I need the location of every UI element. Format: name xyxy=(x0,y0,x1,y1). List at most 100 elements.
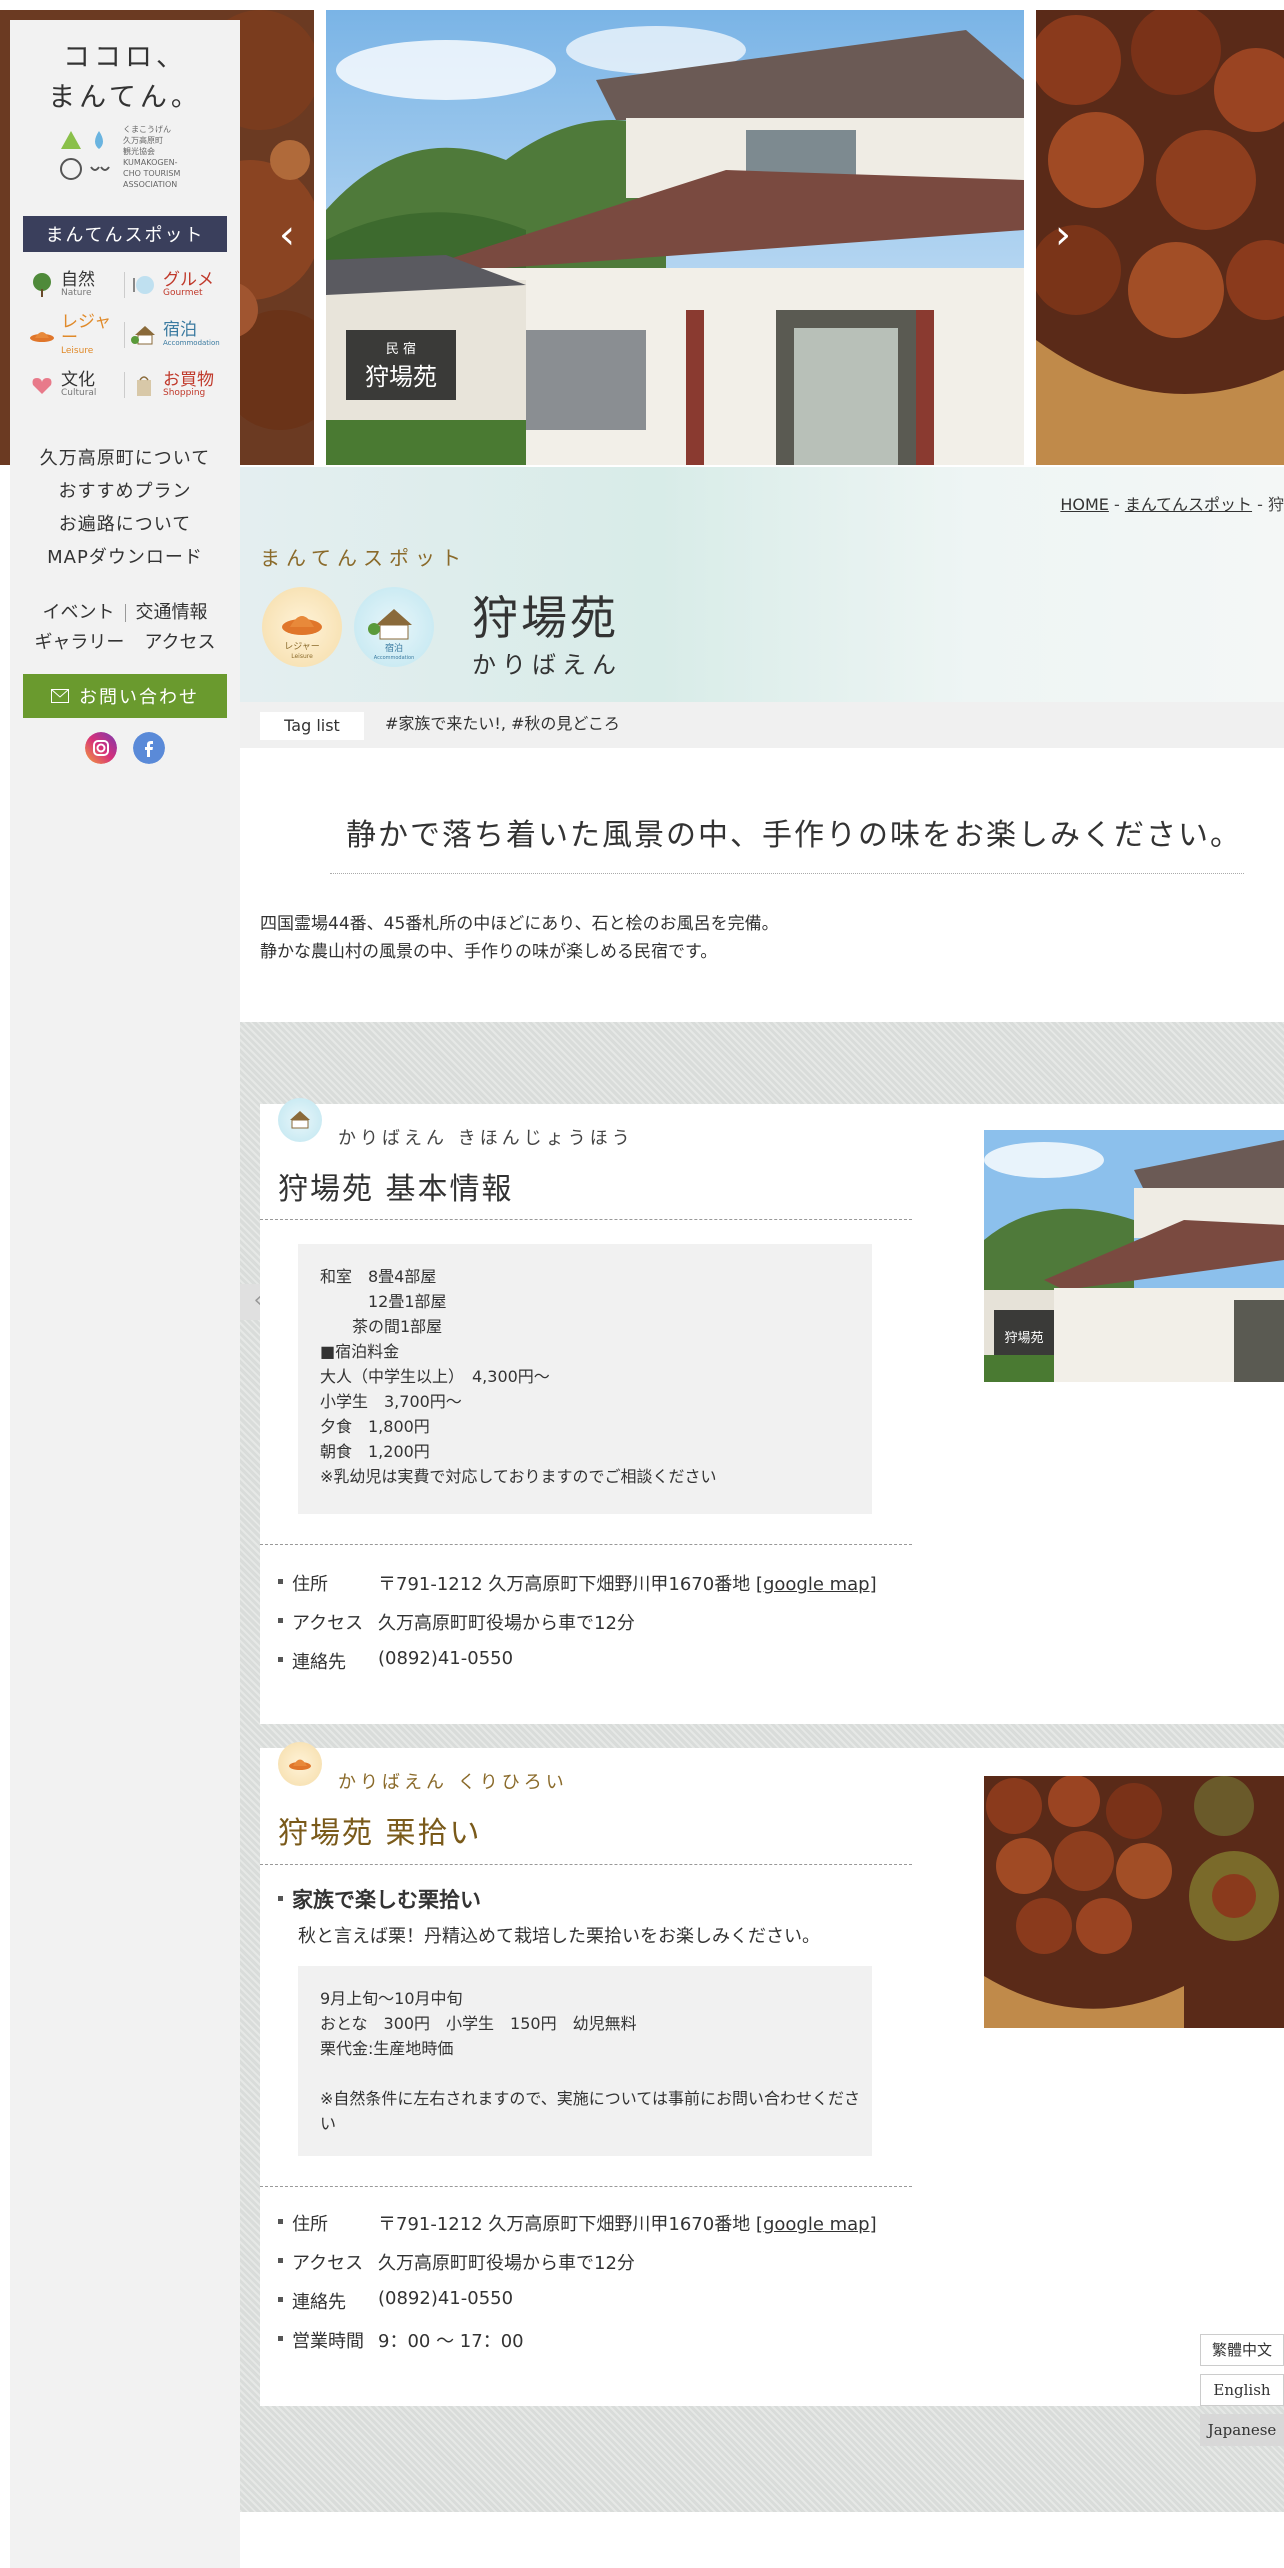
basic-info-card: かりばえん きほんじょうほう 狩場苑 基本情報 和室 8畳4部屋 12畳1部屋 … xyxy=(260,1098,1284,1724)
category-en: Leisure xyxy=(61,345,94,356)
logo-org-line: 久万高原町 xyxy=(123,136,163,145)
contact-value: (0892)41-0550 xyxy=(378,2288,514,2309)
info-line: 大人（中学生以上） 4,300円～ xyxy=(320,1367,550,1386)
access-key: アクセス xyxy=(278,2249,378,2275)
basic-info-box: 和室 8畳4部屋 12畳1部屋 茶の間1部屋 ■宿泊料金 大人（中学生以上） 4… xyxy=(298,1244,872,1514)
sidebar-links: 久万高原町について おすすめプラン お遍路について MAPダウンロード xyxy=(10,442,240,574)
category-en: Accommodation xyxy=(163,338,220,347)
facebook-icon[interactable] xyxy=(133,732,165,764)
plate-icon xyxy=(133,276,154,294)
info-line xyxy=(320,2061,850,2086)
house-photo: 狩場苑 xyxy=(984,1130,1284,1382)
category-label: レジャー xyxy=(61,311,112,348)
sidebar-link-gallery[interactable]: ギャラリー xyxy=(24,628,134,658)
address-value: 〒791-1212 久万高原町下畑野川甲1670番地 xyxy=(378,1574,756,1595)
basic-info-rule xyxy=(260,1544,912,1545)
category-en: Shopping xyxy=(163,387,206,398)
page-title-kana: かりばえん xyxy=(472,651,622,679)
intro-divider xyxy=(330,873,1244,874)
lang-japanese[interactable]: Japanese xyxy=(1200,2414,1284,2446)
category-label: グルメ xyxy=(163,269,214,290)
sidebar-link-access[interactable]: アクセス xyxy=(134,628,225,658)
accommodation-icon xyxy=(278,1098,322,1142)
heart-icon xyxy=(32,378,52,394)
address-key: 住所 xyxy=(278,1570,378,1596)
logo-line-1: ココロ、 xyxy=(63,42,187,73)
sidebar-link-plans[interactable]: おすすめプラン xyxy=(10,475,240,508)
chestnut-sub-heading: 家族で楽しむ栗拾い xyxy=(278,1884,481,1914)
breadcrumb-spot-link[interactable]: まんてんスポット xyxy=(1125,495,1252,514)
page-title: 狩場苑 xyxy=(472,591,619,645)
sidebar-row-2: ギャラリー アクセス xyxy=(10,628,240,658)
category-leisure[interactable]: レジャー Leisure xyxy=(23,310,125,360)
category-nature[interactable]: 自然 Nature xyxy=(23,260,125,310)
info-line: ※乳幼児は実費で対応しておりますのでご相談ください xyxy=(320,1467,717,1486)
badge-accommodation[interactable]: 宿泊 Accommodation xyxy=(354,587,434,667)
spot-menu-header[interactable]: まんてんスポット xyxy=(23,216,227,252)
sidebar-link-about[interactable]: 久万高原町について xyxy=(10,442,240,475)
address-row: 住所 〒791-1212 久万高原町下畑野川甲1670番地 [google ma… xyxy=(278,1570,877,1596)
logo-symbol-icon xyxy=(60,131,110,180)
address-key: 住所 xyxy=(278,2210,378,2236)
sidebar-link-henro[interactable]: お遍路について xyxy=(10,508,240,541)
google-map-link[interactable]: [google map] xyxy=(756,1574,877,1595)
category-cultural[interactable]: 文化 Cultural xyxy=(23,360,125,410)
site-logo[interactable]: ココロ、 まんてん。 xyxy=(10,38,240,118)
access-value: 久万高原町町役場から車で12分 xyxy=(378,1613,635,1634)
svg-text:狩場苑: 狩場苑 xyxy=(1004,1331,1043,1346)
contact-row: 連絡先 (0892)41-0550 xyxy=(278,2288,513,2314)
info-line: おとな 300円 小学生 150円 幼児無料 xyxy=(320,2014,637,2033)
category-gourmet[interactable]: グルメ Gourmet xyxy=(125,260,227,310)
slider-prev-arrow[interactable]: ‹ xyxy=(272,210,302,260)
social-links xyxy=(10,732,240,764)
instagram-icon[interactable] xyxy=(85,732,117,764)
info-line: ※自然条件に左右されますので、実施については事前にお問い合わせくださ xyxy=(320,2089,860,2108)
contact-button-label: お問い合わせ xyxy=(79,687,199,708)
logo-line-2: まんてん。 xyxy=(48,82,202,113)
house-icon: 宿泊 Accommodation xyxy=(368,609,414,661)
sidebar-row-1: イベント 交通情報 xyxy=(10,598,240,628)
contact-button[interactable]: お問い合わせ xyxy=(23,674,227,718)
info-line: い xyxy=(320,2114,337,2133)
category-label: 自然 xyxy=(61,269,95,290)
category-label: 宿泊 xyxy=(163,319,197,340)
intro-heading: 静かで落ち着いた風景の中、手作りの味をお楽しみください。 xyxy=(346,818,1242,853)
badge-leisure-en: Leisure xyxy=(291,653,313,660)
category-accommodation[interactable]: 宿泊 Accommodation xyxy=(125,310,227,360)
chestnut-card: かりばえん くりひろい 狩場苑 栗拾い 家族で楽しむ栗拾い 秋と言えば栗！丹精込… xyxy=(260,1742,1284,2406)
info-line: 和室 8畳4部屋 xyxy=(320,1267,437,1286)
chestnut-title: 狩場苑 栗拾い xyxy=(278,1816,482,1851)
tag-list[interactable]: #家族で来たい!, #秋の見どころ xyxy=(385,712,620,736)
contact-value: (0892)41-0550 xyxy=(378,1648,514,1669)
info-line: 朝食 1,200円 xyxy=(320,1442,430,1461)
badge-leisure[interactable]: レジャー Leisure xyxy=(262,587,342,667)
slide-house: 民 宿 狩場苑 xyxy=(326,10,1024,465)
badge-accommodation-label: 宿泊 xyxy=(385,642,403,654)
slider-next-arrow[interactable]: › xyxy=(1048,210,1078,260)
breadcrumb-sep: - xyxy=(1108,495,1125,514)
breadcrumb-home-link[interactable]: HOME xyxy=(1060,495,1109,514)
chestnut-kana: かりばえん くりひろい xyxy=(338,1772,568,1793)
category-shopping[interactable]: お買物 Shopping xyxy=(125,360,227,410)
sidebar-link-events[interactable]: イベント xyxy=(33,598,125,628)
lang-english[interactable]: English xyxy=(1200,2374,1284,2406)
chestnut-rule xyxy=(260,2186,912,2187)
category-menu: 自然 Nature グルメ Gourmet レジャー Leisure 宿泊 Accomm… xyxy=(23,260,227,410)
access-row: アクセス 久万高原町町役場から車で12分 xyxy=(278,1609,635,1635)
logo-org: くまこうげん 久万高原町 観光協会 KUMAKOGEN-CHO TOURISM … xyxy=(123,124,195,190)
spot-title-band: HOME - まんてんスポット - 狩 まんてんスポット レジャー Leisur… xyxy=(240,467,1284,702)
tree-icon xyxy=(33,273,51,297)
chestnut-title-rule xyxy=(260,1864,912,1865)
hours-value: 9：00 ～ 17：00 xyxy=(378,2331,524,2352)
contact-key: 連絡先 xyxy=(278,2288,378,2314)
info-line: 小学生 3,700円～ xyxy=(320,1392,462,1411)
category-en: Gourmet xyxy=(163,287,203,298)
sidebar-link-map[interactable]: MAPダウンロード xyxy=(10,541,240,574)
google-map-link[interactable]: [google map] xyxy=(756,2214,877,2235)
lang-traditional-chinese[interactable]: 繁體中文 xyxy=(1200,2334,1284,2366)
chestnut-info-box: 9月上旬～10月中旬 おとな 300円 小学生 150円 幼児無料 栗代金:生産… xyxy=(298,1966,872,2156)
category-label: 文化 xyxy=(61,369,95,390)
breadcrumb: HOME - まんてんスポット - 狩 xyxy=(1060,491,1284,515)
contact-key: 連絡先 xyxy=(278,1648,378,1674)
sidebar-link-traffic[interactable]: 交通情報 xyxy=(126,598,218,628)
